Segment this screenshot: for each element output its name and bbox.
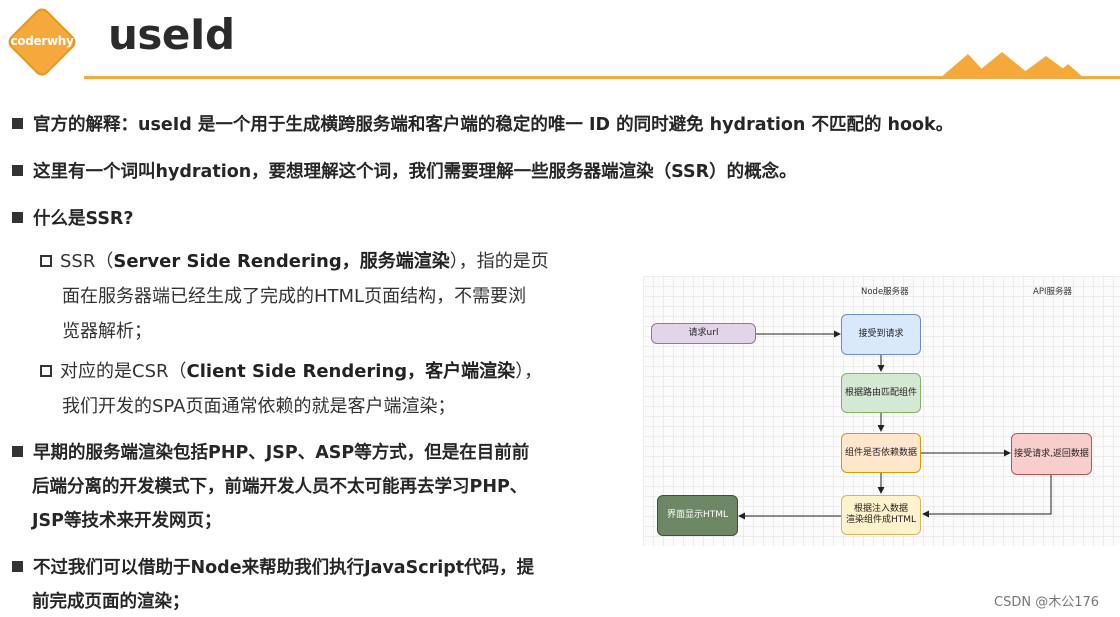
bullet-node: 不过我们可以借助于Node来帮助我们执行JavaScript代码，提 前完成页面… [12, 551, 534, 617]
bullet-line3: JSP等技术来开发网页； [32, 511, 222, 531]
csr-bold: Client Side Rendering，客户端渲染 [186, 361, 516, 382]
col-label-node: Node服务器 [861, 287, 909, 297]
node-depend-data: 组件是否依赖数据 [841, 433, 921, 473]
node-request-url: 请求url [651, 323, 756, 344]
col-label-api: API服务器 [1033, 287, 1072, 297]
bullet-line2: 后端分离的开发模式下，前端开发人员不太可能再去学习PHP、 [32, 477, 528, 497]
bullet-line1: 不过我们可以借助于Node来帮助我们执行JavaScript代码，提 [33, 558, 535, 578]
ssr-pre: SSR（ [60, 251, 114, 272]
ssr-bold: Server Side Rendering，服务端渲染 [113, 251, 450, 272]
bullet-text: 什么是SSR? [33, 209, 134, 229]
hollow-square-icon [40, 365, 52, 377]
footer-watermark: CSDN @木公176 [994, 595, 1100, 610]
node-inject-line1: 根据注入数据 [853, 504, 908, 514]
csr-post: ）， [515, 361, 543, 382]
node-inject-line2: 渲染组件成HTML [845, 515, 917, 525]
bullet-square-icon [12, 212, 23, 223]
bullet-line1: 早期的服务端渲染包括PHP、JSP、ASP等方式，但是在目前前 [33, 443, 530, 463]
csr-line2: 我们开发的SPA页面通常依赖的就是客户端渲染； [62, 396, 456, 417]
logo: coderwhy [5, 5, 79, 79]
header-divider [84, 76, 1120, 79]
csr-pre: 对应的是CSR（ [60, 361, 187, 382]
bullet-text: useId 是一个用于生成横跨服务端和客户端的稳定的唯一 ID 的同时避免 hy… [138, 115, 954, 135]
hollow-square-icon [40, 255, 52, 267]
node-inject-render: 根据注入数据 渲染组件成HTML [841, 495, 921, 535]
bullet-official-explanation: 官方的解释：useId 是一个用于生成横跨服务端和客户端的稳定的唯一 ID 的同… [12, 108, 953, 142]
bullet-square-icon [12, 165, 23, 176]
ssr-line2: 面在服务器端已经生成了完成的HTML页面结构，不需要浏 [62, 286, 527, 307]
bullet-early-ssr: 早期的服务端渲染包括PHP、JSP、ASP等方式，但是在目前前 后端分离的开发模… [12, 436, 529, 538]
bullet-square-icon [12, 118, 23, 129]
bullet-text: 这里有一个词叫hydration，要想理解这个词，我们需要理解一些服务器端渲染（… [33, 162, 797, 182]
node-api-response: 接受请求,返回数据 [1011, 433, 1092, 475]
bullet-square-icon [12, 561, 23, 572]
ssr-flow-diagram: Node服务器 API服务器 请求url 接受到请求 根据路由匹配组件 组件是否… [643, 276, 1120, 546]
ssr-line3: 览器解析； [62, 321, 152, 342]
bullet-hydration: 这里有一个词叫hydration，要想理解这个词，我们需要理解一些服务器端渲染（… [12, 155, 797, 189]
node-route-match: 根据路由匹配组件 [841, 373, 921, 413]
mountains-decoration [940, 52, 1084, 78]
node-display-html: 界面显示HTML [657, 495, 738, 536]
bullet-line2: 前完成页面的渲染； [32, 592, 190, 612]
ssr-post: ），指的是页 [449, 251, 549, 272]
logo-text: coderwhy [10, 34, 74, 48]
bullet-square-icon [12, 446, 23, 457]
bullet-what-is-ssr: 什么是SSR? [12, 202, 134, 236]
sub-bullet-csr: 对应的是CSR（Client Side Rendering，客户端渲染）， 我们… [40, 354, 542, 424]
sub-bullet-ssr: SSR（Server Side Rendering，服务端渲染），指的是页 面在… [40, 244, 549, 349]
page-title: useId [108, 10, 235, 59]
node-receive-request: 接受到请求 [841, 314, 921, 355]
bullet-prefix: 官方的解释： [33, 115, 138, 135]
